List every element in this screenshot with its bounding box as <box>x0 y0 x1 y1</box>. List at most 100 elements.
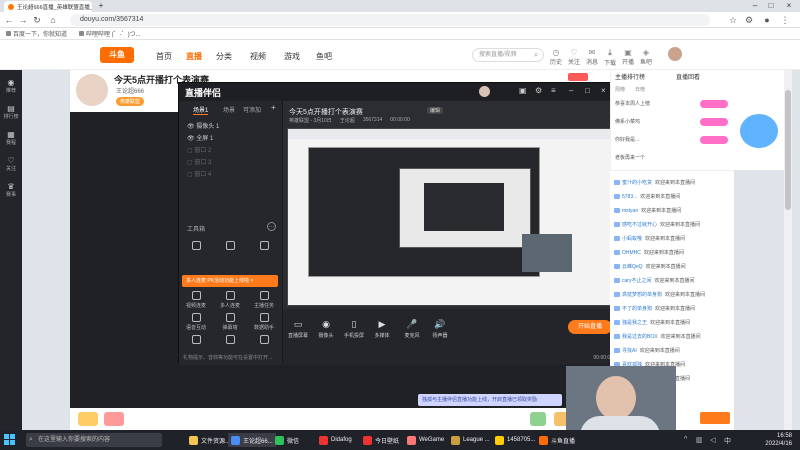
input-method-icon[interactable]: 中 <box>724 436 731 446</box>
start-live-button[interactable]: 开始直播 <box>568 320 612 334</box>
tool-sticker[interactable] <box>185 335 207 346</box>
source-row[interactable]: 👁 全屏 1 <box>187 133 213 142</box>
tool-voice[interactable]: 语音互动 <box>185 313 207 331</box>
minimize-icon[interactable]: – <box>748 1 762 11</box>
multi-link-banner[interactable]: 多人连麦 PK活动功能上线啦 × <box>182 275 278 287</box>
settings-icon[interactable]: ⚙ <box>535 86 542 95</box>
tab-scene-1[interactable]: 场景1 <box>193 105 209 115</box>
browser-tab[interactable]: 王论超666直播_英雄联盟直播_... <box>4 1 92 12</box>
url-field[interactable]: douyu.com/3567314 <box>70 14 710 26</box>
header-history[interactable]: ◷ 历史 <box>548 48 564 66</box>
edit-title-button[interactable]: 编辑 <box>427 107 444 114</box>
chat-username[interactable]: 我是过去的BOX <box>622 334 658 340</box>
taskbar-app[interactable]: Didafog <box>316 433 355 447</box>
streamer-avatar[interactable] <box>76 74 108 106</box>
chat-username[interactable]: 5783... <box>622 194 637 200</box>
tool-tasks[interactable]: 主播任务 <box>253 291 275 309</box>
stream-category[interactable]: 英雄联盟 - 3月10日 <box>289 117 332 124</box>
app-close-icon[interactable]: × <box>601 86 606 95</box>
nav-home[interactable]: 首页 <box>156 51 172 62</box>
chat-username[interactable]: 感吃不过就开心 <box>622 222 657 228</box>
control-camera[interactable]: ◉ 摄像头 <box>313 319 339 339</box>
app-menu-icon[interactable]: ≡ <box>551 86 556 95</box>
user-avatar[interactable] <box>668 47 682 61</box>
add-scene-icon[interactable]: + <box>271 103 276 112</box>
chat-username[interactable]: 独是我之王 <box>622 320 647 326</box>
taskbar-app[interactable]: 微信 <box>272 433 302 447</box>
system-clock[interactable]: 16:58 2022/4/16 <box>765 432 792 448</box>
scrollbar-thumb[interactable] <box>785 90 791 210</box>
sidebar-item-schedule[interactable]: ▦ 赛程 <box>0 130 22 146</box>
search-icon[interactable]: ⌕ <box>534 50 538 60</box>
taskbar-search[interactable]: 在这里输入你要搜索的内容 <box>26 433 162 447</box>
app-maximize-icon[interactable]: □ <box>585 86 590 95</box>
tool-room-settings[interactable] <box>219 335 241 346</box>
home-icon[interactable]: ⌂ <box>48 15 58 25</box>
source-row[interactable]: ▢ 窗口 2 <box>187 145 211 154</box>
taskbar-app[interactable]: 王论超66... <box>228 433 276 447</box>
header-start-stream[interactable]: ▣ 开播 <box>620 48 636 66</box>
tool-data-assistant[interactable]: 数据助手 <box>253 313 275 331</box>
event-banner[interactable] <box>734 70 784 170</box>
extensions-icon[interactable]: ⚙ <box>744 15 754 25</box>
taskbar-app[interactable]: 1458705... <box>492 433 538 447</box>
close-icon[interactable]: × <box>782 1 796 11</box>
bookmark-star-icon[interactable]: ☆ <box>728 15 738 25</box>
nav-yuba[interactable]: 鱼吧 <box>316 51 332 62</box>
category-tag[interactable]: 英雄联盟 <box>116 97 145 106</box>
chat-username[interactable]: 高枕梦想的单身狗 <box>622 292 662 298</box>
tool-video-link[interactable]: 视频连麦 <box>185 291 207 309</box>
chat-username[interactable]: 蜜汁的小吃货 <box>622 180 652 186</box>
rank-tab-week[interactable]: 周榜 <box>615 86 625 93</box>
reload-icon[interactable]: ↻ <box>32 15 42 25</box>
control-screen[interactable]: ▭ 直播屏幕 <box>285 319 311 339</box>
new-tab-button[interactable]: + <box>94 1 108 11</box>
network-icon[interactable]: ▥ <box>696 436 703 444</box>
control-mic[interactable]: 🎤 麦克风 <box>399 319 425 339</box>
rank-user[interactable]: 佛系小菜鸡 <box>615 118 640 125</box>
control-speaker[interactable]: 🔊 扬声器 <box>427 319 453 339</box>
tool-item[interactable] <box>219 241 241 252</box>
nav-category[interactable]: 分类 <box>216 51 232 62</box>
chat-username[interactable]: 云峰QeQ <box>622 264 643 270</box>
nav-video[interactable]: 视频 <box>250 51 266 62</box>
bookmark-item[interactable]: 百度一下，你就知道 <box>6 29 67 38</box>
tool-item[interactable] <box>185 241 207 252</box>
gift-icon[interactable] <box>78 412 98 426</box>
gift-icon[interactable] <box>104 412 124 426</box>
douyu-logo[interactable]: 斗鱼 <box>100 47 134 63</box>
more-tools-icon[interactable]: … <box>267 222 276 231</box>
chat-username[interactable]: 不了的单身狗 <box>622 306 652 312</box>
nav-game[interactable]: 游戏 <box>284 51 300 62</box>
rank-user[interactable]: 你好我是... <box>615 136 639 143</box>
rank-user[interactable]: 老板再来一个 <box>615 154 645 161</box>
source-row[interactable]: 👁 摄像头 1 <box>187 121 219 130</box>
stream-preview[interactable] <box>287 128 613 306</box>
taskbar-app[interactable]: 文件资源... <box>186 433 233 447</box>
chat-username[interactable]: mstyan <box>622 208 638 214</box>
header-yuba[interactable]: ◈ 鱼吧 <box>638 48 654 66</box>
tray-up-arrow-icon[interactable]: ^ <box>684 436 687 443</box>
windows-start-icon[interactable] <box>4 434 16 446</box>
tab-scene[interactable]: 场景 <box>223 105 235 114</box>
app-minimize-icon[interactable]: – <box>569 86 573 95</box>
rank-user[interactable]: 恭喜本周人上榜 <box>615 100 650 107</box>
tab-addable[interactable]: 可添加 <box>243 105 261 114</box>
taskbar-app[interactable]: WeGame <box>404 433 447 447</box>
taskbar-app[interactable]: League ... <box>448 433 493 447</box>
rank-tab-day[interactable]: 日榜 <box>635 86 645 93</box>
taskbar-app[interactable]: 斗鱼直播 <box>536 433 578 447</box>
source-row[interactable]: ▢ 窗口 4 <box>187 169 211 178</box>
sidebar-item-recommend[interactable]: ◉ 推荐 <box>0 78 22 94</box>
source-row[interactable]: ▢ 窗口 3 <box>187 157 211 166</box>
chat-username[interactable]: OHMHC <box>622 250 641 256</box>
tool-item[interactable] <box>253 241 275 252</box>
replay-title[interactable]: 直播回看 <box>676 72 700 81</box>
chat-username[interactable]: 寻找AI <box>622 348 637 354</box>
send-button[interactable] <box>700 412 730 424</box>
sidebar-item-events[interactable]: ♛ 赛事 <box>0 182 22 198</box>
volume-icon[interactable]: ◁ <box>710 436 715 444</box>
skin-icon[interactable]: ▣ <box>519 86 527 95</box>
header-follow[interactable]: ♡ 关注 <box>566 48 582 66</box>
tool-multi-link[interactable]: 多人连麦 <box>219 291 241 309</box>
